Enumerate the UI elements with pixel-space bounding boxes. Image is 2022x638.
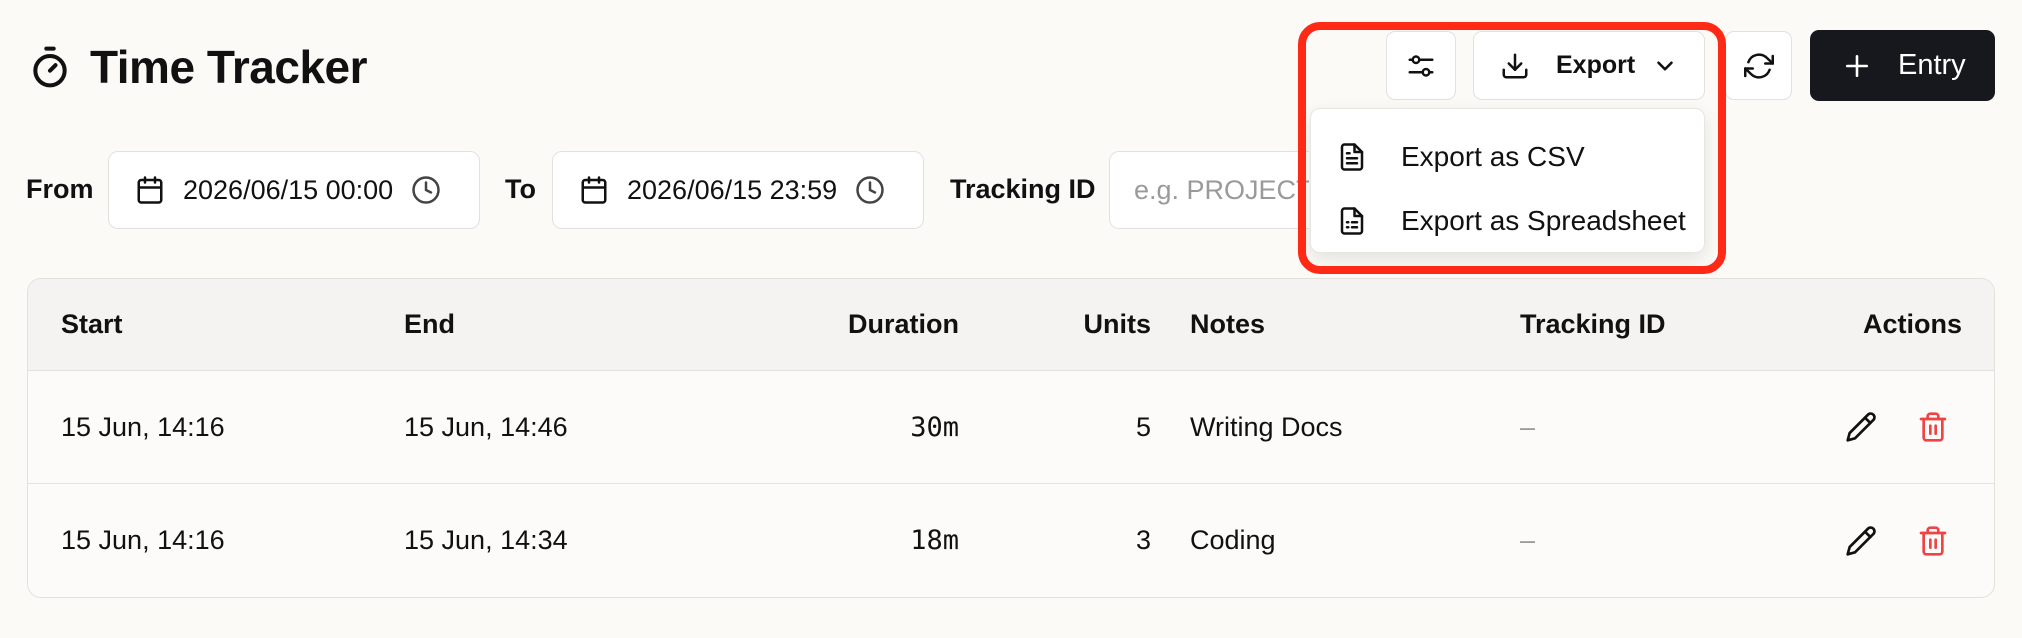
page-header: Time Tracker: [28, 40, 368, 94]
cell-tracking-id: –: [1520, 525, 1536, 555]
calendar-icon: [135, 175, 165, 205]
from-datetime-value: 2026/06/15 00:00: [183, 174, 394, 205]
from-label: From: [26, 174, 94, 204]
chevron-down-icon: [1652, 53, 1678, 79]
clock-icon[interactable]: [411, 175, 441, 205]
to-label: To: [505, 174, 536, 204]
to-datetime-field[interactable]: 2026/06/15 23:59: [552, 151, 924, 229]
to-datetime-value: 2026/06/15 23:59: [627, 174, 838, 205]
refresh-button[interactable]: [1725, 31, 1792, 100]
export-dropdown-menu: Export as CSV Export as Spreadsheet: [1310, 108, 1705, 253]
from-datetime-field[interactable]: 2026/06/15 00:00: [108, 151, 480, 229]
table-header-row: Start End Duration Units Notes Tracking …: [28, 279, 1994, 371]
column-header-end: End: [404, 309, 455, 339]
delete-trash-icon[interactable]: [1917, 411, 1949, 443]
export-spreadsheet-label: Export as Spreadsheet: [1401, 205, 1686, 236]
cell-duration: 30m: [910, 411, 959, 443]
edit-pencil-icon[interactable]: [1845, 411, 1877, 443]
refresh-icon: [1743, 51, 1774, 81]
cell-end: 15 Jun, 14:34: [404, 525, 568, 555]
cell-duration: 18m: [910, 525, 959, 556]
clock-icon[interactable]: [855, 175, 885, 205]
export-csv-menu-item[interactable]: Export as CSV: [1311, 125, 1704, 189]
spreadsheet-icon: [1337, 206, 1367, 236]
column-header-notes: Notes: [1190, 309, 1266, 339]
calendar-icon: [579, 175, 609, 205]
export-csv-label: Export as CSV: [1401, 141, 1585, 172]
export-button-label: Export: [1556, 51, 1636, 79]
add-entry-label: Entry: [1898, 49, 1966, 81]
column-header-tracking-id: Tracking ID: [1520, 309, 1666, 339]
cell-units: 5: [1135, 411, 1151, 442]
cell-end: 15 Jun, 14:46: [404, 411, 568, 442]
export-button[interactable]: Export: [1473, 31, 1705, 100]
tracking-id-input[interactable]: [1109, 151, 1309, 229]
tracking-id-label: Tracking ID: [950, 174, 1096, 204]
column-header-units: Units: [1083, 309, 1152, 339]
cell-notes: Writing Docs: [1190, 411, 1343, 442]
download-icon: [1500, 51, 1530, 81]
column-header-start: Start: [61, 309, 123, 339]
row-actions: [1845, 484, 1949, 597]
stopwatch-icon: [28, 45, 72, 89]
edit-pencil-icon[interactable]: [1845, 525, 1877, 557]
entries-table: Start End Duration Units Notes Tracking …: [27, 278, 1995, 598]
table-row: 15 Jun, 14:16 15 Jun, 14:46 30m 5 Writin…: [28, 371, 1994, 484]
row-actions: [1845, 371, 1949, 483]
export-spreadsheet-menu-item[interactable]: Export as Spreadsheet: [1311, 189, 1704, 253]
cell-tracking-id: –: [1520, 411, 1536, 442]
sliders-icon: [1406, 51, 1436, 81]
cell-start: 15 Jun, 14:16: [61, 411, 225, 442]
plus-icon: [1844, 53, 1870, 79]
column-header-actions: Actions: [1862, 309, 1962, 339]
delete-trash-icon[interactable]: [1917, 525, 1949, 557]
page-title: Time Tracker: [90, 41, 368, 93]
cell-units: 3: [1135, 525, 1151, 555]
cell-start: 15 Jun, 14:16: [61, 525, 225, 555]
filter-button[interactable]: [1386, 31, 1456, 100]
file-text-icon: [1337, 142, 1367, 172]
cell-notes: Coding: [1190, 525, 1276, 555]
table-row: 15 Jun, 14:16 15 Jun, 14:34 18m 3 Coding…: [28, 484, 1994, 597]
add-entry-button[interactable]: Entry: [1810, 30, 1995, 101]
column-header-duration: Duration: [848, 309, 959, 339]
